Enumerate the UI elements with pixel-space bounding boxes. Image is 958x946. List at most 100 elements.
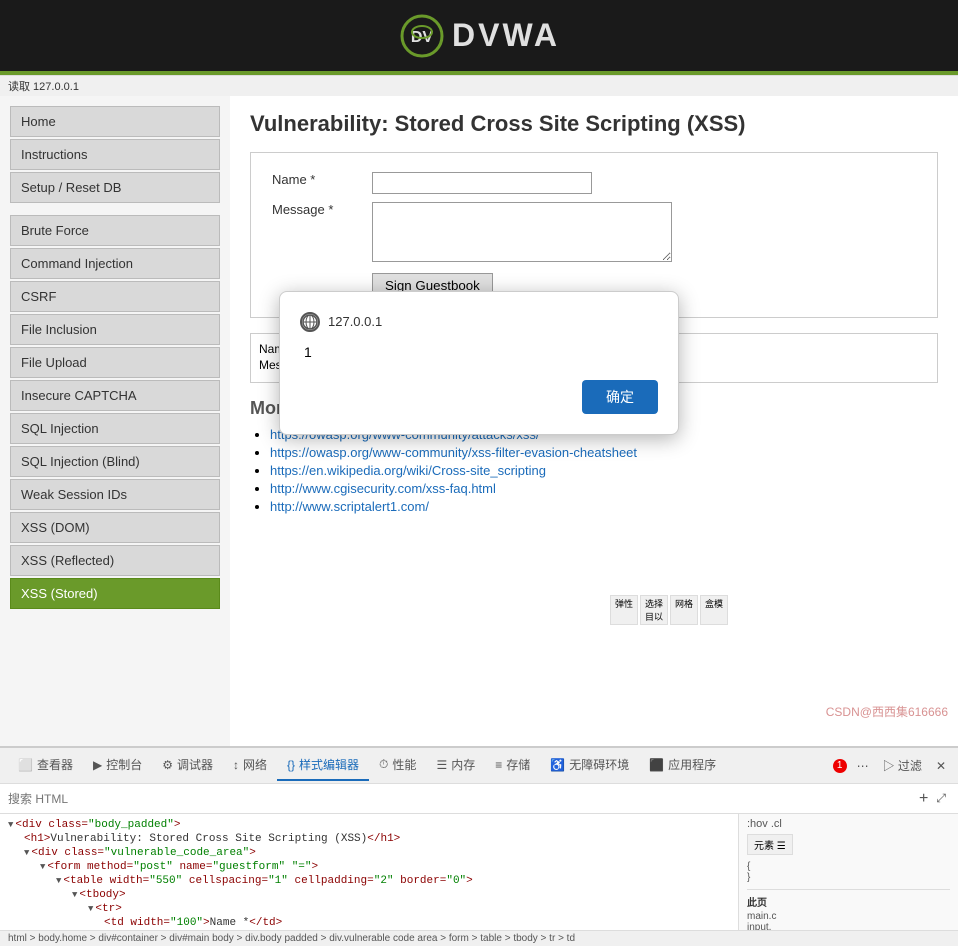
devtools-right-panel: :hov .cl 元素 ☰ { } 此页 main.c input, texta… [738,814,958,930]
devtools-options-button[interactable]: ⋯ [853,757,873,775]
network-icon: ↕ [233,758,239,772]
sidebar-item-insecure-captcha[interactable]: Insecure CAPTCHA [10,380,220,411]
application-icon: ⬛ [649,758,664,772]
right-panel-computed: 此页 main.c input, textare select { font- … [747,889,950,930]
dvwa-logo-text: DVWA [452,17,560,54]
network-label: 网络 [243,756,267,773]
html-line: ▼<table width="550" cellspacing="1" cell… [8,874,730,888]
dvwa-logo-icon: DV [398,12,446,60]
devtools-tab-storage[interactable]: ≡ 存储 [485,750,540,781]
devtools-tab-accessibility[interactable]: ♿ 无障碍环境 [540,750,639,781]
html-line: ▼<tbody> [8,888,730,902]
inspector-label: 查看器 [37,756,73,773]
sidebar-item-csrf[interactable]: CSRF [10,281,220,312]
devtools-tab-performance[interactable]: ⏱ 性能 [369,750,426,781]
devtools-panel: ⬜ 查看器 ▶ 控制台 ⚙ 调试器 ↕ 网络 {} 样式编辑器 ⏱ 性能 ☰ 内… [0,746,958,946]
accessibility-icon: ♿ [550,758,565,772]
memory-icon: ☰ [436,758,447,772]
devtools-tab-debugger[interactable]: ⚙ 调试器 [152,750,223,781]
dialog-confirm-button[interactable]: 确定 [582,380,658,414]
list-item: https://en.wikipedia.org/wiki/Cross-site… [270,463,938,478]
html-line: <h1>Vulnerability: Stored Cross Site Scr… [8,832,730,846]
devtools-tab-application[interactable]: ⬛ 应用程序 [639,750,726,781]
sidebar-item-xss-dom[interactable]: XSS (DOM) [10,512,220,543]
form-row-name: Name * [266,168,922,198]
console-icon: ▶ [93,758,102,772]
right-panel-pseudo-label: :hov .cl [747,818,782,830]
storage-label: 存储 [506,756,530,773]
sidebar-item-file-upload[interactable]: File Upload [10,347,220,378]
performance-icon: ⏱ [379,757,388,772]
error-badge: 1 [833,759,847,773]
devtools-tab-console[interactable]: ▶ 控制台 [83,750,152,781]
list-item: https://owasp.org/www-community/xss-filt… [270,445,938,460]
debugger-icon: ⚙ [162,758,173,772]
sidebar-top-group: Home Instructions Setup / Reset DB [10,106,220,203]
sidebar-item-setup-reset-db[interactable]: Setup / Reset DB [10,172,220,203]
sidebar-item-xss-stored[interactable]: XSS (Stored) [10,578,220,609]
sidebar-item-weak-session-ids[interactable]: Weak Session IDs [10,479,220,510]
list-item: http://www.cgisecurity.com/xss-faq.html [270,481,938,496]
form-row-message: Message * [266,198,922,269]
page-title: Vulnerability: Stored Cross Site Scripti… [250,111,938,137]
more-info-link-1[interactable]: https://owasp.org/www-community/xss-filt… [270,445,637,460]
more-info-links-list: https://owasp.org/www-community/attacks/… [250,427,938,514]
devtools-filter-button[interactable]: ▷ 过滤 [879,755,926,776]
html-line: ▼<div class="body_padded"> [8,818,730,832]
devtools-tab-style-editor[interactable]: {} 样式编辑器 [277,750,369,781]
devtools-tab-network[interactable]: ↕ 网络 [223,750,277,781]
dialog-message: 1 [300,344,658,360]
message-input-cell [366,198,922,269]
element-button[interactable]: 元素 ☰ [747,834,793,855]
breadcrumb-text: html > body.home > div#container > div#m… [8,933,575,944]
more-info-link-3[interactable]: http://www.cgisecurity.com/xss-faq.html [270,481,496,496]
sidebar-item-sql-injection[interactable]: SQL Injection [10,413,220,444]
search-add-icon[interactable]: + [919,790,928,808]
html-line: ▼<tr> [8,902,730,916]
debugger-label: 调试器 [177,756,213,773]
html-search-input[interactable] [8,792,919,806]
reading-status-bar: 读取 127.0.0.1 [0,75,958,96]
sidebar-divider [10,205,220,215]
sidebar-item-xss-reflected[interactable]: XSS (Reflected) [10,545,220,576]
dvwa-logo: DV DVWA [398,12,560,60]
dialog-origin-text: 127.0.0.1 [328,314,382,329]
devtools-breadcrumb: html > body.home > div#container > div#m… [0,930,958,946]
devtools-close-button[interactable]: ✕ [932,757,950,775]
form-table: Name * Message * [266,168,922,302]
name-input[interactable] [372,172,592,194]
sidebar-item-home[interactable]: Home [10,106,220,137]
devtools-tab-inspector[interactable]: ⬜ 查看器 [8,750,83,781]
sidebar: Home Instructions Setup / Reset DB Brute… [0,96,230,746]
right-panel-selected-rule: { } [747,861,950,883]
html-line: ▼<form method="post" name="guestform" "=… [8,860,730,874]
html-line: <td width="100">Name *</td> [8,916,730,930]
console-label: 控制台 [106,756,142,773]
accessibility-label: 无障碍环境 [569,756,629,773]
sidebar-item-command-injection[interactable]: Command Injection [10,248,220,279]
message-label: Message * [266,198,366,269]
search-expand-icon[interactable]: ⤢ [932,789,950,808]
performance-label: 性能 [392,756,416,773]
html-panel[interactable]: ▼<div class="body_padded"> <h1>Vulnerabi… [0,814,738,930]
globe-icon [300,312,320,332]
devtools-body: ▼<div class="body_padded"> <h1>Vulnerabi… [0,814,958,930]
sidebar-item-brute-force[interactable]: Brute Force [10,215,220,246]
sidebar-vuln-group: Brute Force Command Injection CSRF File … [10,215,220,609]
sidebar-item-instructions[interactable]: Instructions [10,139,220,170]
sidebar-item-file-inclusion[interactable]: File Inclusion [10,314,220,345]
more-info-link-2[interactable]: https://en.wikipedia.org/wiki/Cross-site… [270,463,546,478]
html-line: ▼<div class="vulnerable_code_area"> [8,846,730,860]
sidebar-item-sql-injection-blind[interactable]: SQL Injection (Blind) [10,446,220,477]
reading-status-text: 读取 127.0.0.1 [8,81,79,93]
devtools-toolbar: ⬜ 查看器 ▶ 控制台 ⚙ 调试器 ↕ 网络 {} 样式编辑器 ⏱ 性能 ☰ 内… [0,748,958,784]
app-header: DV DVWA [0,0,958,75]
devtools-tab-memory[interactable]: ☰ 内存 [426,750,485,781]
style-editor-icon: {} [287,758,295,772]
dialog-header: 127.0.0.1 [300,312,658,332]
storage-icon: ≡ [495,758,502,772]
devtools-actions: 1 ⋯ ▷ 过滤 ✕ [833,755,950,776]
more-info-link-4[interactable]: http://www.scriptalert1.com/ [270,499,429,514]
message-textarea[interactable] [372,202,672,262]
dialog-footer: 确定 [300,380,658,414]
